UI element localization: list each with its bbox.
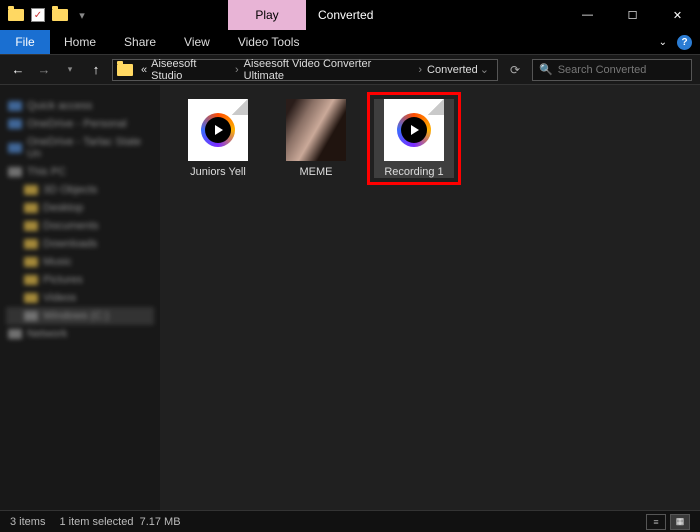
tree-item[interactable]: Quick access	[6, 97, 154, 115]
search-input[interactable]: 🔍 Search Converted	[532, 59, 692, 81]
tab-share[interactable]: Share	[110, 30, 170, 54]
folder-icon	[117, 64, 133, 76]
tree-item[interactable]: OneDrive - Tarlac State Un	[6, 133, 154, 163]
folder-icon[interactable]	[6, 5, 26, 25]
forward-button[interactable]: →	[34, 60, 54, 80]
tree-item-label: OneDrive - Tarlac State Un	[27, 136, 152, 160]
address-bar: ← → ▾ ↑ « Aiseesoft Studio › Aiseesoft V…	[0, 55, 700, 85]
tree-item[interactable]: 3D Objects	[6, 181, 154, 199]
tree-item[interactable]: Pictures	[6, 271, 154, 289]
breadcrumb-prefix: «	[139, 64, 149, 76]
ribbon-collapse-icon[interactable]: ⌄	[659, 37, 667, 48]
window-title: Converted	[306, 0, 565, 30]
maximize-button[interactable]: ☐	[610, 0, 655, 30]
tab-view[interactable]: View	[170, 30, 224, 54]
back-button[interactable]: ←	[8, 60, 28, 80]
tree-item-label: Music	[43, 256, 72, 268]
tree-item-label: 3D Objects	[43, 184, 97, 196]
tree-item[interactable]: This PC	[6, 163, 154, 181]
properties-check-icon[interactable]: ✓	[28, 5, 48, 25]
folder-icon	[8, 329, 22, 339]
status-bar: 3 items 1 item selected 7.17 MB ≡ ▦	[0, 510, 700, 532]
address-dropdown-icon[interactable]: ⌄	[480, 63, 493, 76]
folder-icon	[24, 311, 38, 321]
chevron-right-icon: ›	[232, 64, 242, 76]
icons-view-button[interactable]: ▦	[670, 514, 690, 530]
tree-item[interactable]: Downloads	[6, 235, 154, 253]
folder-icon	[24, 221, 38, 231]
recent-dropdown-icon[interactable]: ▾	[60, 60, 80, 80]
breadcrumb-segment[interactable]: Aiseesoft Video Converter Ultimate	[242, 58, 416, 82]
tree-item[interactable]: Videos	[6, 289, 154, 307]
folder-icon	[24, 275, 38, 285]
refresh-button[interactable]: ⟳	[504, 59, 526, 81]
folder-icon	[24, 203, 38, 213]
folder-icon	[24, 293, 38, 303]
qat-dropdown-icon[interactable]: ▾	[72, 5, 92, 25]
folder-icon	[24, 239, 38, 249]
breadcrumb-segment[interactable]: Converted	[425, 64, 480, 76]
ribbon-tabs: File Home Share View Video Tools ⌄ ?	[0, 30, 700, 55]
tree-item-label: Quick access	[27, 100, 92, 112]
search-icon: 🔍	[539, 63, 553, 76]
image-thumbnail	[286, 99, 346, 161]
details-view-button[interactable]: ≡	[646, 514, 666, 530]
tree-item-label: Downloads	[43, 238, 97, 250]
tab-video-tools[interactable]: Video Tools	[224, 30, 314, 54]
contextual-tab-play[interactable]: Play	[228, 0, 306, 30]
file-tab[interactable]: File	[0, 30, 50, 54]
tree-item-label: Windows (C:)	[43, 310, 109, 322]
folder-icon	[8, 167, 22, 177]
folder-icon	[8, 143, 22, 153]
video-file-icon	[384, 99, 444, 161]
up-button[interactable]: ↑	[86, 60, 106, 80]
file-label: Recording 1	[384, 166, 443, 178]
file-item[interactable]: MEME	[276, 99, 356, 178]
status-item-count: 3 items	[10, 516, 45, 528]
file-item[interactable]: Juniors Yell	[178, 99, 258, 178]
chevron-right-icon: ›	[415, 64, 425, 76]
file-label: Juniors Yell	[190, 166, 246, 178]
tree-item-label: Documents	[43, 220, 99, 232]
tree-item[interactable]: Documents	[6, 217, 154, 235]
tree-item[interactable]: Windows (C:)	[6, 307, 154, 325]
navigation-tree[interactable]: Quick access OneDrive - Personal OneDrive …	[0, 85, 160, 510]
tree-item-label: Videos	[43, 292, 76, 304]
tree-item-label: This PC	[27, 166, 66, 178]
breadcrumb[interactable]: « Aiseesoft Studio › Aiseesoft Video Con…	[112, 59, 498, 81]
file-label: MEME	[300, 166, 333, 178]
minimize-button[interactable]: —	[565, 0, 610, 30]
tree-item-label: Desktop	[43, 202, 83, 214]
tree-item-label: Network	[27, 328, 67, 340]
video-file-icon	[188, 99, 248, 161]
help-icon[interactable]: ?	[677, 35, 692, 50]
folder-icon	[8, 119, 22, 129]
file-item[interactable]: Recording 1	[374, 99, 454, 178]
search-placeholder: Search Converted	[558, 64, 647, 76]
tab-home[interactable]: Home	[50, 30, 110, 54]
tree-item[interactable]: Music	[6, 253, 154, 271]
status-selection: 1 item selected 7.17 MB	[59, 516, 180, 528]
file-list[interactable]: Juniors Yell MEME Recording 1	[160, 85, 700, 510]
tree-item-label: OneDrive - Personal	[27, 118, 127, 130]
close-button[interactable]: ✕	[655, 0, 700, 30]
new-folder-icon[interactable]	[50, 5, 70, 25]
breadcrumb-segment[interactable]: Aiseesoft Studio	[149, 58, 232, 82]
title-bar: ✓ ▾ Play Converted — ☐ ✕	[0, 0, 700, 30]
tree-item-label: Pictures	[43, 274, 83, 286]
quick-access-toolbar: ✓ ▾	[0, 0, 98, 30]
folder-icon	[24, 257, 38, 267]
tree-item[interactable]: Network	[6, 325, 154, 343]
folder-icon	[24, 185, 38, 195]
tree-item[interactable]: OneDrive - Personal	[6, 115, 154, 133]
tree-item[interactable]: Desktop	[6, 199, 154, 217]
folder-icon	[8, 101, 22, 111]
